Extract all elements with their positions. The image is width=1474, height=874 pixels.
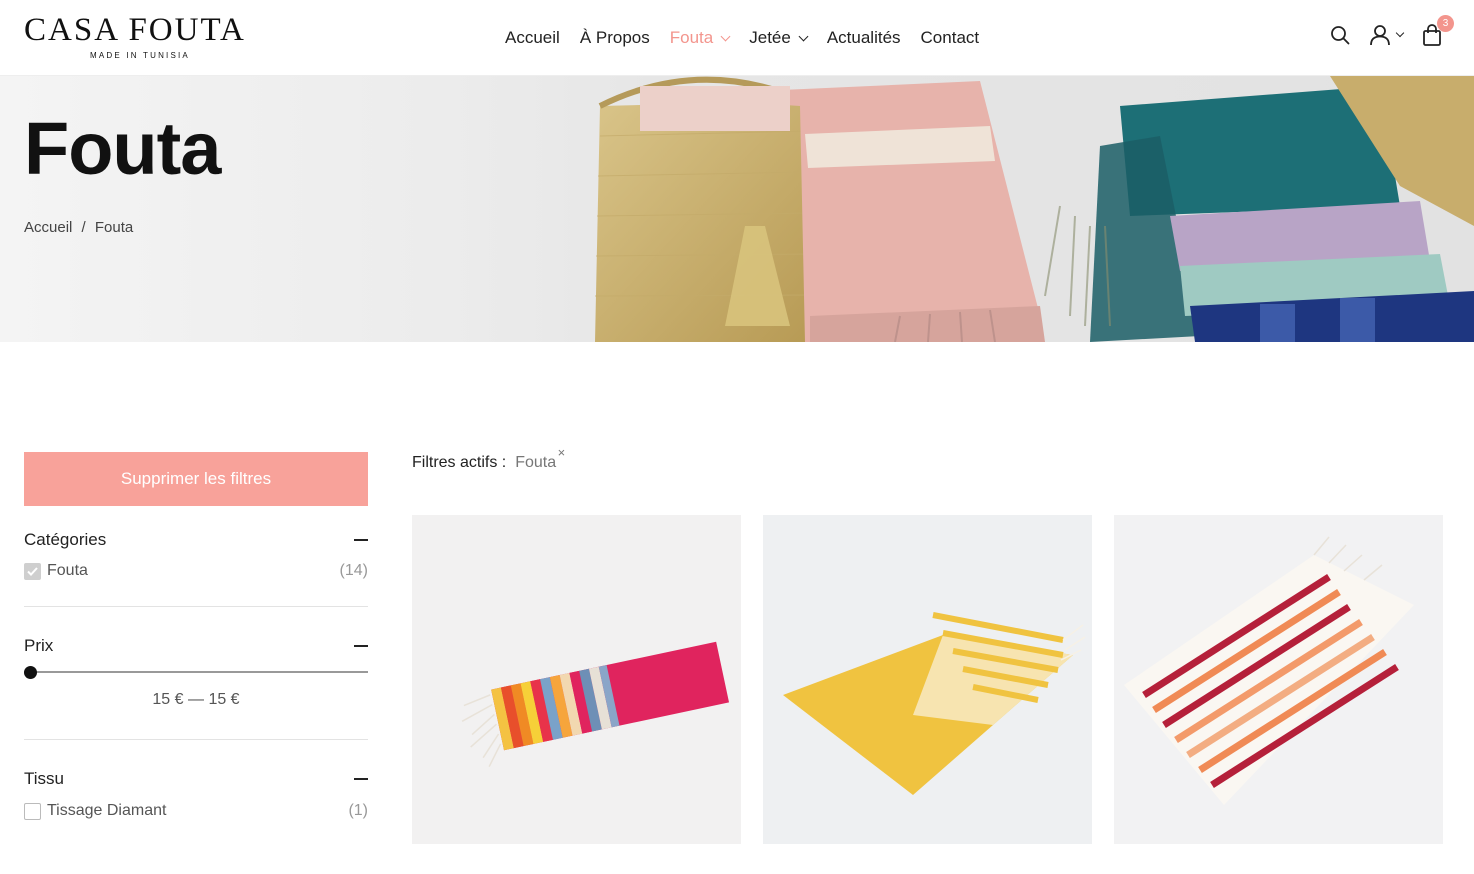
user-icon xyxy=(1370,25,1390,46)
logo-tagline: MADE IN TUNISIA xyxy=(90,51,190,60)
slider-track xyxy=(24,671,368,673)
price-filter-header[interactable]: Prix xyxy=(24,636,368,656)
product-grid xyxy=(412,515,1443,874)
product-image[interactable] xyxy=(1114,515,1443,844)
price-filter-title: Prix xyxy=(24,636,54,655)
account-menu[interactable] xyxy=(1366,23,1406,47)
cart-count-badge: 3 xyxy=(1437,15,1454,32)
product-card[interactable] xyxy=(412,515,741,844)
checkbox-checked-icon[interactable] xyxy=(24,562,41,580)
category-count: (14) xyxy=(339,562,368,579)
product-image[interactable] xyxy=(412,515,741,844)
fabric-count: (1) xyxy=(348,802,368,819)
breadcrumb-separator: / xyxy=(81,219,86,236)
clear-filters-button[interactable]: Supprimer les filtres xyxy=(24,452,368,506)
active-filter-chip[interactable]: Fouta × xyxy=(515,445,565,472)
nav-item-accueil[interactable]: Accueil xyxy=(505,28,560,48)
active-filters: Filtres actifs : Fouta × xyxy=(412,445,565,472)
nav-item-label: Actualités xyxy=(826,28,901,47)
collapse-icon[interactable] xyxy=(354,539,368,541)
product-image[interactable] xyxy=(763,515,1092,844)
product-card[interactable] xyxy=(1114,515,1443,844)
fabric-option-tissage-diamant[interactable]: Tissage Diamant (1) xyxy=(24,802,368,820)
logo[interactable]: CASA FOUTA MADE IN TUNISIA xyxy=(24,12,264,64)
collapse-icon[interactable] xyxy=(354,778,368,780)
divider xyxy=(24,739,368,740)
page-hero: Fouta Accueil / Fouta xyxy=(0,76,1474,342)
hero-image xyxy=(594,76,1474,342)
nav-item-label: Jetée xyxy=(749,28,791,47)
chevron-down-icon xyxy=(1395,28,1405,38)
category-label: Fouta xyxy=(47,562,88,579)
logo-text: CASA FOUTA xyxy=(24,12,246,48)
fabric-filter-header[interactable]: Tissu xyxy=(24,769,368,789)
active-filters-label: Filtres actifs : xyxy=(412,454,507,471)
categories-filter-header[interactable]: Catégories xyxy=(24,530,368,550)
nav-item-actualites[interactable]: Actualités xyxy=(827,28,901,48)
categories-filter-title: Catégories xyxy=(24,530,107,549)
header-actions: 3 xyxy=(1314,15,1454,50)
category-option-fouta[interactable]: Fouta (14) xyxy=(24,562,368,580)
slider-handle[interactable] xyxy=(24,666,37,679)
nav-item-jetee[interactable]: Jetée xyxy=(749,28,809,48)
filter-sidebar: Supprimer les filtres Catégories Fouta (… xyxy=(24,452,368,820)
price-range-text: 15 € — 15 € xyxy=(152,691,240,708)
search-icon[interactable] xyxy=(1328,23,1352,47)
checkbox-icon[interactable] xyxy=(24,802,41,820)
price-range-slider[interactable] xyxy=(24,666,368,679)
nav-item-label: Fouta xyxy=(669,28,714,47)
active-filter-chip-label: Fouta xyxy=(515,454,557,471)
site-header: CASA FOUTA MADE IN TUNISIA Accueil À Pro… xyxy=(0,0,1474,76)
nav-item-a-propos[interactable]: À Propos xyxy=(580,28,650,48)
product-card[interactable] xyxy=(763,515,1092,844)
nav-item-label: Contact xyxy=(920,28,980,47)
close-icon[interactable]: × xyxy=(558,445,566,460)
nav-item-fouta[interactable]: Fouta xyxy=(669,28,731,48)
chevron-down-icon xyxy=(798,31,809,41)
nav-item-label: À Propos xyxy=(579,28,650,47)
nav-item-label: Accueil xyxy=(505,28,560,47)
main-nav: Accueil À Propos Fouta Jetée Actualités … xyxy=(505,26,999,50)
chevron-down-icon xyxy=(720,31,731,41)
fabric-label: Tissage Diamant xyxy=(47,802,167,819)
cart-icon[interactable]: 3 xyxy=(1420,15,1454,47)
fabric-filter-title: Tissu xyxy=(24,769,64,788)
collapse-icon[interactable] xyxy=(354,645,368,647)
divider xyxy=(24,606,368,607)
breadcrumb-current: Fouta xyxy=(94,219,134,236)
page-title: Fouta xyxy=(24,107,221,190)
breadcrumb: Accueil / Fouta xyxy=(24,219,133,236)
breadcrumb-home-link[interactable]: Accueil xyxy=(24,219,72,236)
nav-item-contact[interactable]: Contact xyxy=(921,28,980,48)
